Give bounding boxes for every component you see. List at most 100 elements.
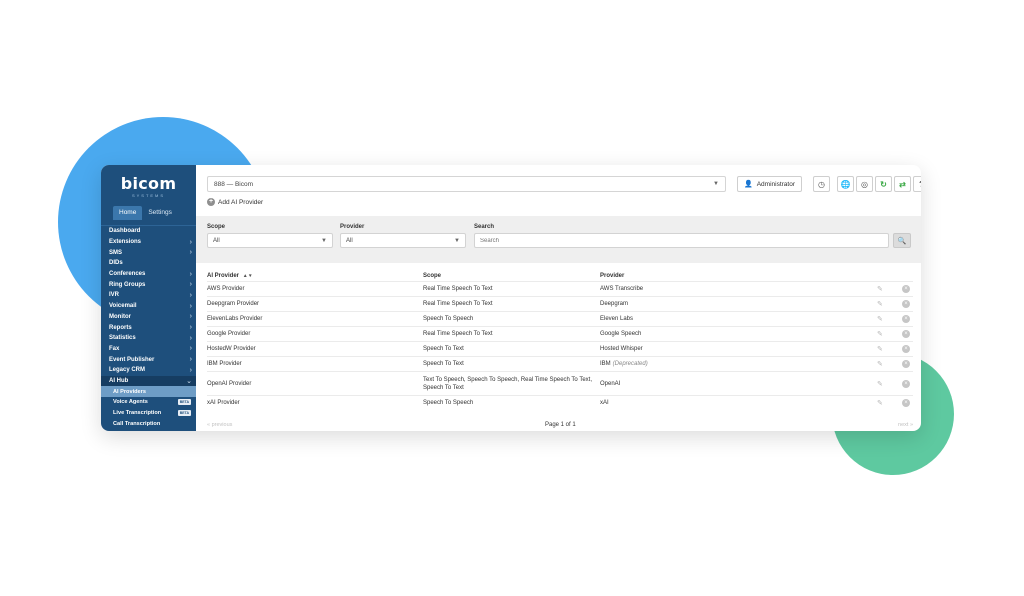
sidebar-subitem[interactable]: Call Transcription xyxy=(101,418,196,429)
page-indicator: Page 1 of 1 xyxy=(545,422,576,428)
sidebar-item-label: Extensions xyxy=(109,239,142,246)
sidebar-item[interactable]: Conferences › xyxy=(101,269,196,280)
next-page-link[interactable]: next » xyxy=(898,422,913,428)
sidebar-item-label: Monitor xyxy=(109,313,131,320)
delete-icon[interactable]: × xyxy=(902,345,910,353)
sidebar-item-label: DIDs xyxy=(109,260,123,267)
bicom-logo[interactable]: bicom SYSTEMS xyxy=(101,165,196,203)
search-label: Search xyxy=(474,224,495,230)
sidebar-item[interactable]: Statistics › xyxy=(101,333,196,344)
table-row[interactable]: Deepgram Provider Real Time Speech To Tex… xyxy=(207,296,913,311)
world-icon[interactable]: ◎ xyxy=(856,176,874,192)
delete-icon[interactable]: × xyxy=(902,360,910,368)
previous-page-link[interactable]: « previous xyxy=(207,422,232,428)
sidebar-item[interactable]: Reports › xyxy=(101,322,196,333)
sidebar-item[interactable]: Monitor › xyxy=(101,312,196,323)
sidebar-item[interactable]: Fax › xyxy=(101,344,196,355)
sidebar-item-label: Fax xyxy=(109,345,120,352)
column-header-provider[interactable]: Provider xyxy=(600,273,624,279)
delete-icon[interactable]: × xyxy=(902,315,910,323)
column-header-scope[interactable]: Scope xyxy=(423,273,441,279)
edit-icon[interactable]: ✎ xyxy=(877,300,883,308)
chevron-right-icon: › xyxy=(189,324,192,332)
table-row[interactable]: Google Provider Real Time Speech To Text G… xyxy=(207,326,913,341)
edit-icon[interactable]: ✎ xyxy=(877,380,883,388)
sidebar-item-label: Conferences xyxy=(109,271,146,278)
sidebar-item-label: Legacy CRM xyxy=(109,367,146,374)
chevron-right-icon: › xyxy=(189,281,192,289)
sidebar-subitem-label: Voice Agents xyxy=(113,399,148,406)
sidebar-item[interactable]: AI Hub ⌄ xyxy=(101,375,196,387)
sync-icon[interactable]: ⇄ xyxy=(894,176,912,192)
chevron-right-icon: › xyxy=(189,356,192,364)
logo-subtitle: SYSTEMS xyxy=(131,193,166,198)
sidebar-item[interactable]: SMS › xyxy=(101,247,196,258)
sidebar-subitem[interactable]: AI Providers xyxy=(101,386,196,397)
chevron-right-icon: › xyxy=(189,334,192,342)
tab-home[interactable]: Home xyxy=(113,206,143,220)
chevron-down-icon: ▼ xyxy=(321,237,327,244)
sidebar-item[interactable]: Dashboard xyxy=(101,226,196,237)
sidebar-subitem[interactable]: Text to speech xyxy=(101,429,196,431)
scope-filter-select[interactable]: All ▼ xyxy=(207,233,333,248)
globe-icon[interactable]: 🌐 xyxy=(837,176,855,192)
tab-settings[interactable]: Settings xyxy=(142,206,178,220)
provider-value: IBM xyxy=(600,361,611,367)
delete-icon[interactable]: × xyxy=(902,300,910,308)
add-ai-provider-label: Add AI Provider xyxy=(218,198,264,206)
table-row[interactable]: xAI Provider Speech To Speech xAI ✎ × xyxy=(207,395,913,410)
sidebar-item[interactable]: IVR › xyxy=(101,290,196,301)
column-header-ai-provider[interactable]: AI Provider ▲ ▾ xyxy=(207,273,252,279)
edit-icon[interactable]: ✎ xyxy=(877,285,883,293)
help-icon[interactable]: ? xyxy=(913,176,921,192)
provider-cell: Eleven Labs xyxy=(600,316,633,322)
edit-icon[interactable]: ✎ xyxy=(877,345,883,353)
scope-cell: Speech To Text xyxy=(423,361,464,367)
refresh-icon[interactable]: ↻ xyxy=(875,176,893,192)
delete-icon[interactable]: × xyxy=(902,379,910,388)
beta-badge: BETA xyxy=(177,410,191,417)
user-icon: 👤 xyxy=(744,181,753,188)
edit-icon[interactable]: ✎ xyxy=(877,315,883,323)
sidebar-item[interactable]: Legacy CRM › xyxy=(101,365,196,376)
edit-icon[interactable]: ✎ xyxy=(877,360,883,368)
sidebar-subitem[interactable]: Live Transcription BETA xyxy=(101,408,196,419)
sidebar-subitem-label: Live Transcription xyxy=(113,410,162,417)
provider-filter-label: Provider xyxy=(340,224,365,230)
provider-filter-select[interactable]: All ▼ xyxy=(340,233,466,248)
sort-icon: ▲ ▾ xyxy=(242,273,252,279)
sidebar-item[interactable]: Extensions › xyxy=(101,237,196,248)
sidebar-item[interactable]: DIDs xyxy=(101,258,196,269)
scope-cell: Speech To Speech xyxy=(423,400,474,406)
sidebar-item-label: SMS xyxy=(109,249,123,256)
edit-icon[interactable]: ✎ xyxy=(877,399,883,407)
scope-cell: Speech To Speech xyxy=(423,316,474,322)
provider-value: AWS Transcribe xyxy=(600,286,644,292)
table-row[interactable]: AWS Provider Real Time Speech To Text AWS … xyxy=(207,281,913,296)
chevron-right-icon: › xyxy=(189,366,192,374)
search-button[interactable]: 🔍 xyxy=(893,233,911,248)
delete-icon[interactable]: × xyxy=(902,399,910,407)
sidebar-subitem[interactable]: Voice Agents BETA xyxy=(101,397,196,408)
delete-icon[interactable]: × xyxy=(902,285,910,293)
table-row[interactable]: ElevenLabs Provider Speech To Speech Eleve… xyxy=(207,311,913,326)
add-ai-provider-button[interactable]: + Add AI Provider xyxy=(207,198,263,206)
table-row[interactable]: OpenAI Provider Text To Speech, Speech To… xyxy=(207,371,913,395)
sidebar-item[interactable]: Voicemail › xyxy=(101,301,196,312)
clock-icon[interactable]: ◷ xyxy=(813,176,831,192)
table-row[interactable]: IBM Provider Speech To Text IBM (Deprecated… xyxy=(207,356,913,371)
provider-cell: OpenAI xyxy=(600,381,620,387)
sidebar-item[interactable]: Ring Groups › xyxy=(101,279,196,290)
user-menu-button[interactable]: 👤 Administrator xyxy=(737,176,803,192)
main-content: 888 — Bicom ▼ 👤 Administrator ◷ 🌐 ◎ ↻ ⇄ … xyxy=(196,165,921,431)
chevron-down-icon: ▼ xyxy=(454,237,460,244)
tenant-select[interactable]: 888 — Bicom ▼ xyxy=(207,176,726,192)
search-input[interactable] xyxy=(474,233,889,248)
provider-value: Eleven Labs xyxy=(600,316,634,322)
delete-icon[interactable]: × xyxy=(902,330,910,338)
scope-cell: Real Time Speech To Text xyxy=(423,331,493,337)
provider-value: xAI xyxy=(600,400,609,406)
table-row[interactable]: HostedW Provider Speech To Text Hosted Whi… xyxy=(207,341,913,356)
edit-icon[interactable]: ✎ xyxy=(877,330,883,338)
sidebar-item[interactable]: Event Publisher › xyxy=(101,354,196,365)
